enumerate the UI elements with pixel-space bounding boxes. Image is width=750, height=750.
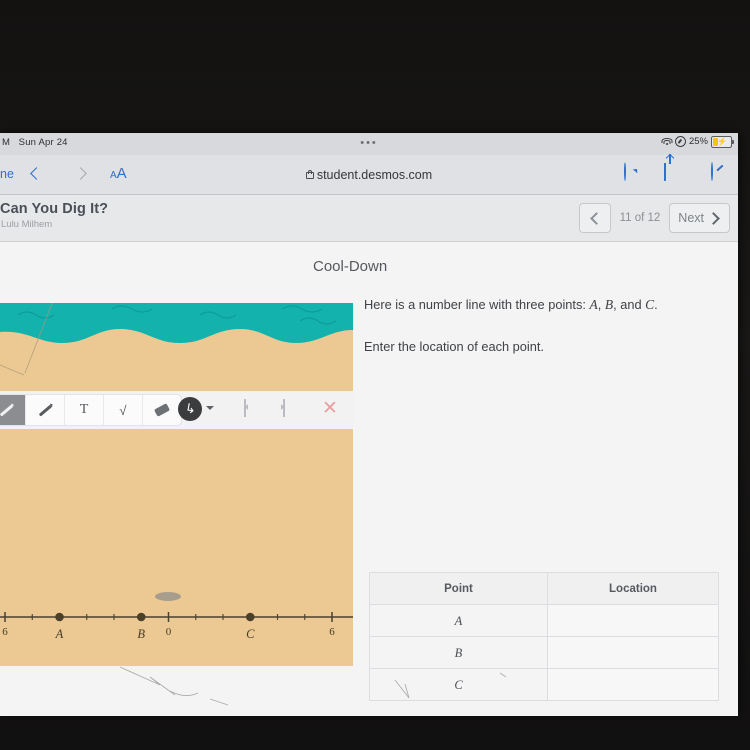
tick-label: 0 [166, 626, 172, 638]
plotted-point [136, 612, 146, 622]
pencil-tool[interactable] [26, 395, 65, 425]
pencil-icon [38, 404, 52, 416]
row-label-a: A [369, 604, 548, 637]
pen-tool[interactable] [0, 395, 26, 425]
pen-icon [0, 404, 13, 416]
browser-toolbar: ne AA student.desmos.com [0, 155, 738, 195]
status-indicators: 25% ⚡ [661, 136, 734, 148]
instruction-text: Enter the location of each point. [364, 339, 544, 354]
text-T-icon: T [79, 402, 89, 417]
battery-charging-icon: ⚡ [711, 136, 734, 148]
wifi-icon [661, 137, 673, 146]
chevron-left-icon [589, 211, 603, 225]
eraser-tool[interactable] [143, 395, 181, 425]
desk-scribbles [119, 666, 507, 706]
eraser-icon [153, 403, 171, 417]
previous-screen-button[interactable] [578, 203, 611, 233]
redo-button[interactable] [283, 399, 301, 418]
share-button[interactable] [664, 163, 686, 185]
tab-overflow-dots: ••• [360, 137, 378, 149]
tablet-screen: M Sun Apr 24 ••• 25% ⚡ ne AA student.des… [0, 133, 738, 716]
tick-label: 6 [329, 626, 335, 638]
column-header-point: Point [369, 572, 548, 605]
var-c: C [645, 297, 655, 312]
undo-icon [244, 399, 246, 417]
compass-icon [711, 162, 713, 181]
share-icon [664, 163, 666, 181]
next-button-label: Next [678, 211, 704, 225]
lasso-select-button[interactable]: ↳ [178, 397, 202, 421]
plotted-point [245, 612, 255, 622]
student-name: Lulu Milhem [1, 219, 53, 230]
table-header-row: Point Location [369, 572, 719, 605]
screen-navigation: 11 of 12 Next [578, 203, 730, 233]
redo-icon [283, 399, 285, 417]
activity-header: Can You Dig It? Lulu Milhem 11 of 12 Nex… [0, 195, 738, 242]
tick-label: 6 [2, 626, 8, 638]
table-row: A [369, 604, 719, 637]
battery-percent: 25% [688, 136, 708, 148]
math-tool[interactable]: √ [104, 395, 143, 425]
number-line-graphic: 6 A B 0 C 6 [0, 612, 353, 641]
location-icon [674, 136, 686, 148]
url-text: student.desmos.com [316, 168, 433, 182]
undo-button[interactable] [244, 399, 262, 418]
point-label: C [246, 627, 255, 641]
next-screen-button[interactable]: Next [669, 203, 730, 233]
photo-root: M Sun Apr 24 ••• 25% ⚡ ne AA student.des… [0, 0, 750, 750]
tabs-button[interactable] [708, 162, 730, 185]
pencil-smudge [155, 592, 181, 601]
text-tool[interactable]: T [65, 395, 104, 425]
browser-actions [620, 162, 730, 185]
screen-counter: 11 of 12 [619, 212, 661, 224]
reload-button[interactable] [620, 162, 642, 185]
chevron-right-icon [707, 211, 720, 225]
location-input-a[interactable] [547, 604, 719, 637]
drawing-toolbar: T √ ↳ ✕ [0, 391, 353, 429]
point-label: B [137, 627, 145, 641]
close-toolbar-button[interactable]: ✕ [320, 399, 340, 419]
point-label: A [55, 627, 64, 641]
square-root-icon: √ [119, 402, 127, 418]
chevron-down-icon[interactable] [206, 406, 214, 414]
tool-group: T √ [0, 394, 182, 426]
column-header-location: Location [547, 572, 719, 605]
reload-icon [624, 162, 626, 181]
lock-icon [305, 169, 314, 179]
prompt-text: Here is a number line with three points:… [364, 297, 658, 312]
var-a: A [589, 297, 598, 312]
page-title: Can You Dig It? [0, 201, 109, 217]
plotted-point [55, 612, 64, 622]
section-title: Cool-Down [313, 258, 388, 275]
ios-status-bar: M Sun Apr 24 ••• 25% ⚡ [0, 133, 738, 155]
lasso-icon: ↳ [183, 400, 197, 417]
var-b: B [604, 297, 614, 312]
